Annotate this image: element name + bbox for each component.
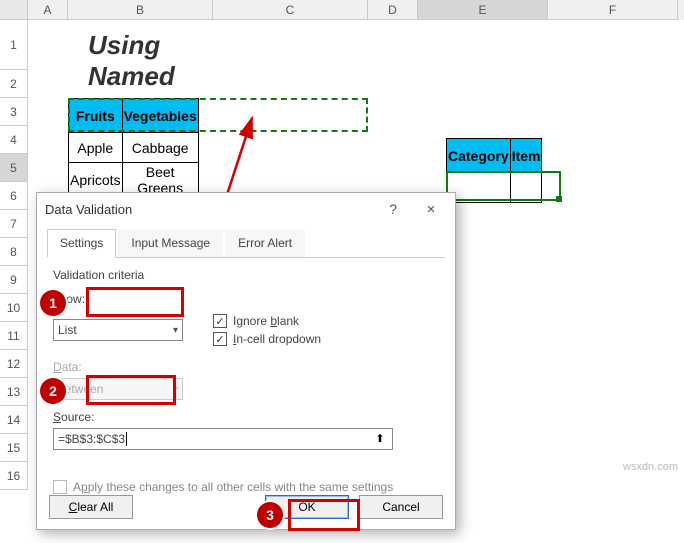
col-E[interactable]: E (418, 0, 548, 20)
row-8[interactable]: 8 (0, 238, 28, 266)
col-B[interactable]: B (68, 0, 213, 20)
row-15[interactable]: 15 (0, 434, 28, 462)
row-7[interactable]: 7 (0, 210, 28, 238)
row-16[interactable]: 16 (0, 462, 28, 490)
col-A[interactable]: A (28, 0, 68, 20)
col-D[interactable]: D (368, 0, 418, 20)
select-all-corner[interactable] (0, 0, 28, 20)
apply-checkbox (53, 480, 67, 494)
allow-label: Allow: (53, 292, 439, 306)
close-icon[interactable]: × (415, 201, 447, 218)
row-9[interactable]: 9 (0, 266, 28, 294)
row-2[interactable]: 2 (0, 70, 28, 98)
step-badge-1: 1 (40, 290, 66, 316)
chevron-down-icon: ▾ (173, 384, 178, 395)
incell-dropdown-label: In-cell dropdown (233, 332, 321, 346)
allow-value: List (58, 323, 77, 337)
tab-settings[interactable]: Settings (47, 229, 116, 258)
cell-c4[interactable]: Cabbage (122, 133, 198, 163)
header-category[interactable]: Category (447, 139, 511, 173)
tab-input-message[interactable]: Input Message (118, 229, 223, 257)
header-fruits[interactable]: Fruits (69, 99, 123, 133)
row-10[interactable]: 10 (0, 294, 28, 322)
allow-combo[interactable]: List ▾ (53, 319, 183, 341)
cell-f5[interactable] (510, 173, 542, 203)
row-1[interactable]: 1 (0, 20, 28, 70)
step-badge-2: 2 (40, 378, 66, 404)
criteria-label: Validation criteria (53, 268, 439, 282)
data-validation-dialog: Data Validation ? × Settings Input Messa… (36, 192, 456, 530)
row-14[interactable]: 14 (0, 406, 28, 434)
row-12[interactable]: 12 (0, 350, 28, 378)
cell-b4[interactable]: Apple (69, 133, 123, 163)
ignore-blank-label: Ignore blank (233, 314, 299, 328)
header-vegetables[interactable]: Vegetables (122, 99, 198, 133)
step-badge-3: 3 (257, 502, 283, 528)
header-item[interactable]: Item (510, 139, 542, 173)
collapse-dialog-icon[interactable]: ⬆ (372, 431, 388, 447)
ignore-blank-checkbox[interactable]: ✓ (213, 314, 227, 328)
row-11[interactable]: 11 (0, 322, 28, 350)
row-6[interactable]: 6 (0, 182, 28, 210)
chevron-down-icon: ▾ (173, 325, 178, 336)
watermark: wsxdn.com (623, 461, 678, 473)
data-combo: between ▾ (53, 378, 183, 400)
data-label: Data: (53, 360, 439, 374)
help-icon[interactable]: ? (389, 201, 397, 217)
source-input[interactable]: =$B$3:$C$3 ⬆ (53, 428, 393, 450)
dialog-title: Data Validation (45, 202, 132, 217)
cancel-button[interactable]: Cancel (359, 495, 443, 519)
col-C[interactable]: C (213, 0, 368, 20)
tab-error-alert[interactable]: Error Alert (225, 229, 305, 257)
source-value: =$B$3:$C$3 (58, 432, 125, 446)
cell-e5[interactable] (447, 173, 511, 203)
row-3[interactable]: 3 (0, 98, 28, 126)
col-F[interactable]: F (548, 0, 678, 20)
incell-dropdown-checkbox[interactable]: ✓ (213, 332, 227, 346)
row-4[interactable]: 4 (0, 126, 28, 154)
data-table-2: Category Item (446, 138, 542, 203)
row-5[interactable]: 5 (0, 154, 28, 182)
clear-all-button[interactable]: Clear All (49, 495, 133, 519)
source-label: Source: (53, 410, 439, 424)
row-13[interactable]: 13 (0, 378, 28, 406)
apply-label: Apply these changes to all other cells w… (73, 480, 393, 494)
data-table-1: Fruits Vegetables Apple Cabbage Apricots… (68, 98, 199, 198)
